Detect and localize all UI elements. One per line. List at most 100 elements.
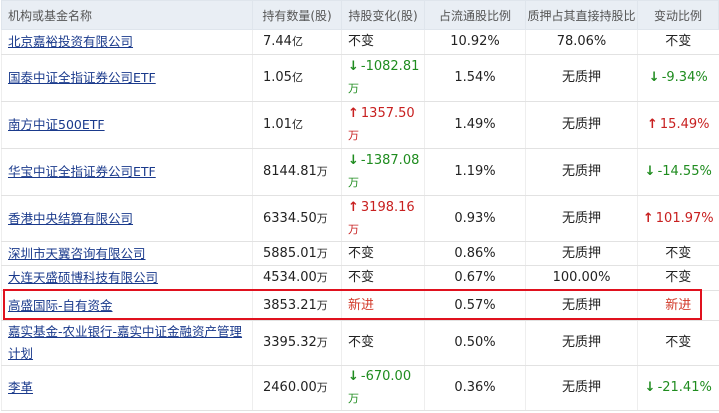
change-cell: ↑ 3198.16万 xyxy=(341,195,425,242)
quantity-value: 6334.50 xyxy=(263,210,317,226)
change-ratio-value: -14.55% xyxy=(657,164,712,179)
arrow-down-icon: ↓ xyxy=(644,380,656,395)
holder-name-cell: 李革 xyxy=(1,365,253,411)
holder-name-link[interactable]: 李革 xyxy=(8,380,33,395)
change-ratio-cell: 不变 xyxy=(637,265,719,291)
change-unit: 万 xyxy=(348,129,359,142)
change-unit: 万 xyxy=(348,82,359,95)
quantity-unit: 万 xyxy=(316,271,328,284)
holder-name-link[interactable]: 国泰中证全指证券公司ETF xyxy=(8,70,156,85)
change-ratio-value: 不变 xyxy=(665,34,692,49)
holder-name-link[interactable]: 香港中央结算有限公司 xyxy=(8,211,133,226)
holder-name-cell: 大连天盛硕博科技有限公司 xyxy=(1,265,253,291)
table-row: 嘉实基金-农业银行-嘉实中证金融资产管理计划 3395.32万 不变 0.50% 无质押… xyxy=(1,320,719,366)
holder-name-cell: 国泰中证全指证券公司ETF xyxy=(1,54,253,102)
table-header-row: 机构或基金名称 持有数量(股) 持股变化(股) 占流通股比例 质押占其直接持股比… xyxy=(1,0,719,30)
float-ratio-cell: 0.57% xyxy=(424,290,526,321)
change-ratio-value: 不变 xyxy=(665,335,692,350)
change-value: -1082.81 xyxy=(360,59,420,74)
quantity-unit: 亿 xyxy=(291,35,303,48)
quantity-value: 2460.00 xyxy=(263,380,317,395)
change-value: 不变 xyxy=(348,335,375,350)
pledge-ratio-cell: 无质押 xyxy=(525,365,638,411)
quantity-unit: 亿 xyxy=(291,118,303,131)
change-cell: ↓ -1082.81万 xyxy=(341,54,425,102)
quantity-cell: 5885.01万 xyxy=(252,241,342,266)
holder-name-link[interactable]: 嘉实基金-农业银行-嘉实中证金融资产管理计划 xyxy=(8,324,242,361)
quantity-cell: 1.05亿 xyxy=(252,54,342,102)
quantity-unit: 亿 xyxy=(291,71,303,84)
change-value: -670.00 xyxy=(360,369,412,384)
pledge-ratio-cell: 无质押 xyxy=(525,241,638,266)
quantity-unit: 万 xyxy=(316,246,328,260)
header-quantity: 持有数量(股) xyxy=(252,0,342,30)
arrow-down-icon: ↓ xyxy=(348,369,359,384)
change-value: 1357.50 xyxy=(360,106,415,121)
holder-name-cell: 香港中央结算有限公司 xyxy=(1,195,253,242)
float-ratio-cell: 0.93% xyxy=(424,195,526,242)
change-cell: ↑ 1357.50万 xyxy=(341,101,425,149)
arrow-up-icon: ↑ xyxy=(647,117,658,132)
holder-name-link[interactable]: 高盛国际-自有资金 xyxy=(8,298,113,313)
pledge-ratio-cell: 无质押 xyxy=(525,290,638,321)
change-value: -1387.08 xyxy=(360,153,420,168)
holder-name-link[interactable]: 华宝中证全指证券公司ETF xyxy=(8,164,156,179)
change-value: 不变 xyxy=(348,34,375,49)
change-unit: 万 xyxy=(348,222,359,236)
change-ratio-value: 不变 xyxy=(665,245,692,261)
table-row: 高盛国际-自有资金 3853.21万 新进 0.57% 无质押 新进 xyxy=(1,290,719,321)
float-ratio-cell: 10.92% xyxy=(424,29,526,55)
quantity-cell: 3395.32万 xyxy=(252,320,342,366)
change-cell: 不变 xyxy=(341,29,425,55)
quantity-value: 8144.81 xyxy=(263,164,317,179)
holder-name-link[interactable]: 大连天盛硕博科技有限公司 xyxy=(8,270,158,285)
holder-name-link[interactable]: 北京嘉裕投资有限公司 xyxy=(8,34,133,49)
change-value: 不变 xyxy=(348,270,375,285)
quantity-unit: 万 xyxy=(316,165,328,178)
change-cell: ↓ -1387.08万 xyxy=(341,148,425,196)
arrow-up-icon: ↑ xyxy=(348,106,359,121)
header-holder-name: 机构或基金名称 xyxy=(1,0,253,30)
holder-name-link[interactable]: 南方中证500ETF xyxy=(8,117,105,132)
change-value: 不变 xyxy=(348,245,375,261)
pledge-ratio-cell: 无质押 xyxy=(525,101,638,149)
table-row: 李革 2460.00万 ↓ -670.00万 0.36% 无质押 ↓ -21.41% xyxy=(1,365,719,411)
change-ratio-cell: ↑ 101.97% xyxy=(637,195,719,242)
header-pledge-ratio: 质押占其直接持股比 xyxy=(525,0,638,30)
float-ratio-cell: 0.67% xyxy=(424,265,526,291)
quantity-unit: 万 xyxy=(316,211,328,225)
change-ratio-cell: ↓ -14.55% xyxy=(637,148,719,196)
pledge-ratio-cell: 无质押 xyxy=(525,320,638,366)
table-row: 北京嘉裕投资有限公司 7.44亿 不变 10.92% 78.06% 不变 xyxy=(1,29,719,55)
change-ratio-value: 新进 xyxy=(665,297,692,313)
table-row: 国泰中证全指证券公司ETF 1.05亿 ↓ -1082.81万 1.54% 无质押 ↓ -9.… xyxy=(1,54,719,102)
quantity-cell: 8144.81万 xyxy=(252,148,342,196)
table-row: 南方中证500ETF 1.01亿 ↑ 1357.50万 1.49% 无质押 ↑ 15.49% xyxy=(1,101,719,149)
arrow-down-icon: ↓ xyxy=(644,164,656,179)
arrow-up-icon: ↑ xyxy=(642,210,654,226)
holder-name-link[interactable]: 深圳市天翼咨询有限公司 xyxy=(8,246,146,261)
change-ratio-value: 不变 xyxy=(665,270,692,285)
change-unit: 万 xyxy=(348,392,359,405)
change-unit: 万 xyxy=(348,176,359,189)
change-ratio-cell: ↓ -21.41% xyxy=(637,365,719,411)
quantity-value: 7.44 xyxy=(263,34,292,49)
float-ratio-cell: 1.19% xyxy=(424,148,526,196)
table-row: 大连天盛硕博科技有限公司 4534.00万 不变 0.67% 100.00% 不变 xyxy=(1,265,719,291)
pledge-ratio-cell: 78.06% xyxy=(525,29,638,55)
change-cell: ↓ -670.00万 xyxy=(341,365,425,411)
quantity-cell: 6334.50万 xyxy=(252,195,342,242)
quantity-cell: 1.01亿 xyxy=(252,101,342,149)
quantity-value: 1.01 xyxy=(263,117,292,132)
quantity-cell: 2460.00万 xyxy=(252,365,342,411)
change-ratio-cell: 不变 xyxy=(637,320,719,366)
quantity-value: 4534.00 xyxy=(263,270,317,285)
holder-name-cell: 南方中证500ETF xyxy=(1,101,253,149)
change-value: 3198.16 xyxy=(360,199,415,215)
float-ratio-cell: 0.36% xyxy=(424,365,526,411)
change-ratio-value: -21.41% xyxy=(657,380,712,395)
holder-name-cell: 华宝中证全指证券公司ETF xyxy=(1,148,253,196)
table-row: 香港中央结算有限公司 6334.50万 ↑ 3198.16万 0.93% 无质押 ↑ 101.… xyxy=(1,195,719,242)
change-cell: 新进 xyxy=(341,290,425,321)
holder-name-cell: 北京嘉裕投资有限公司 xyxy=(1,29,253,55)
